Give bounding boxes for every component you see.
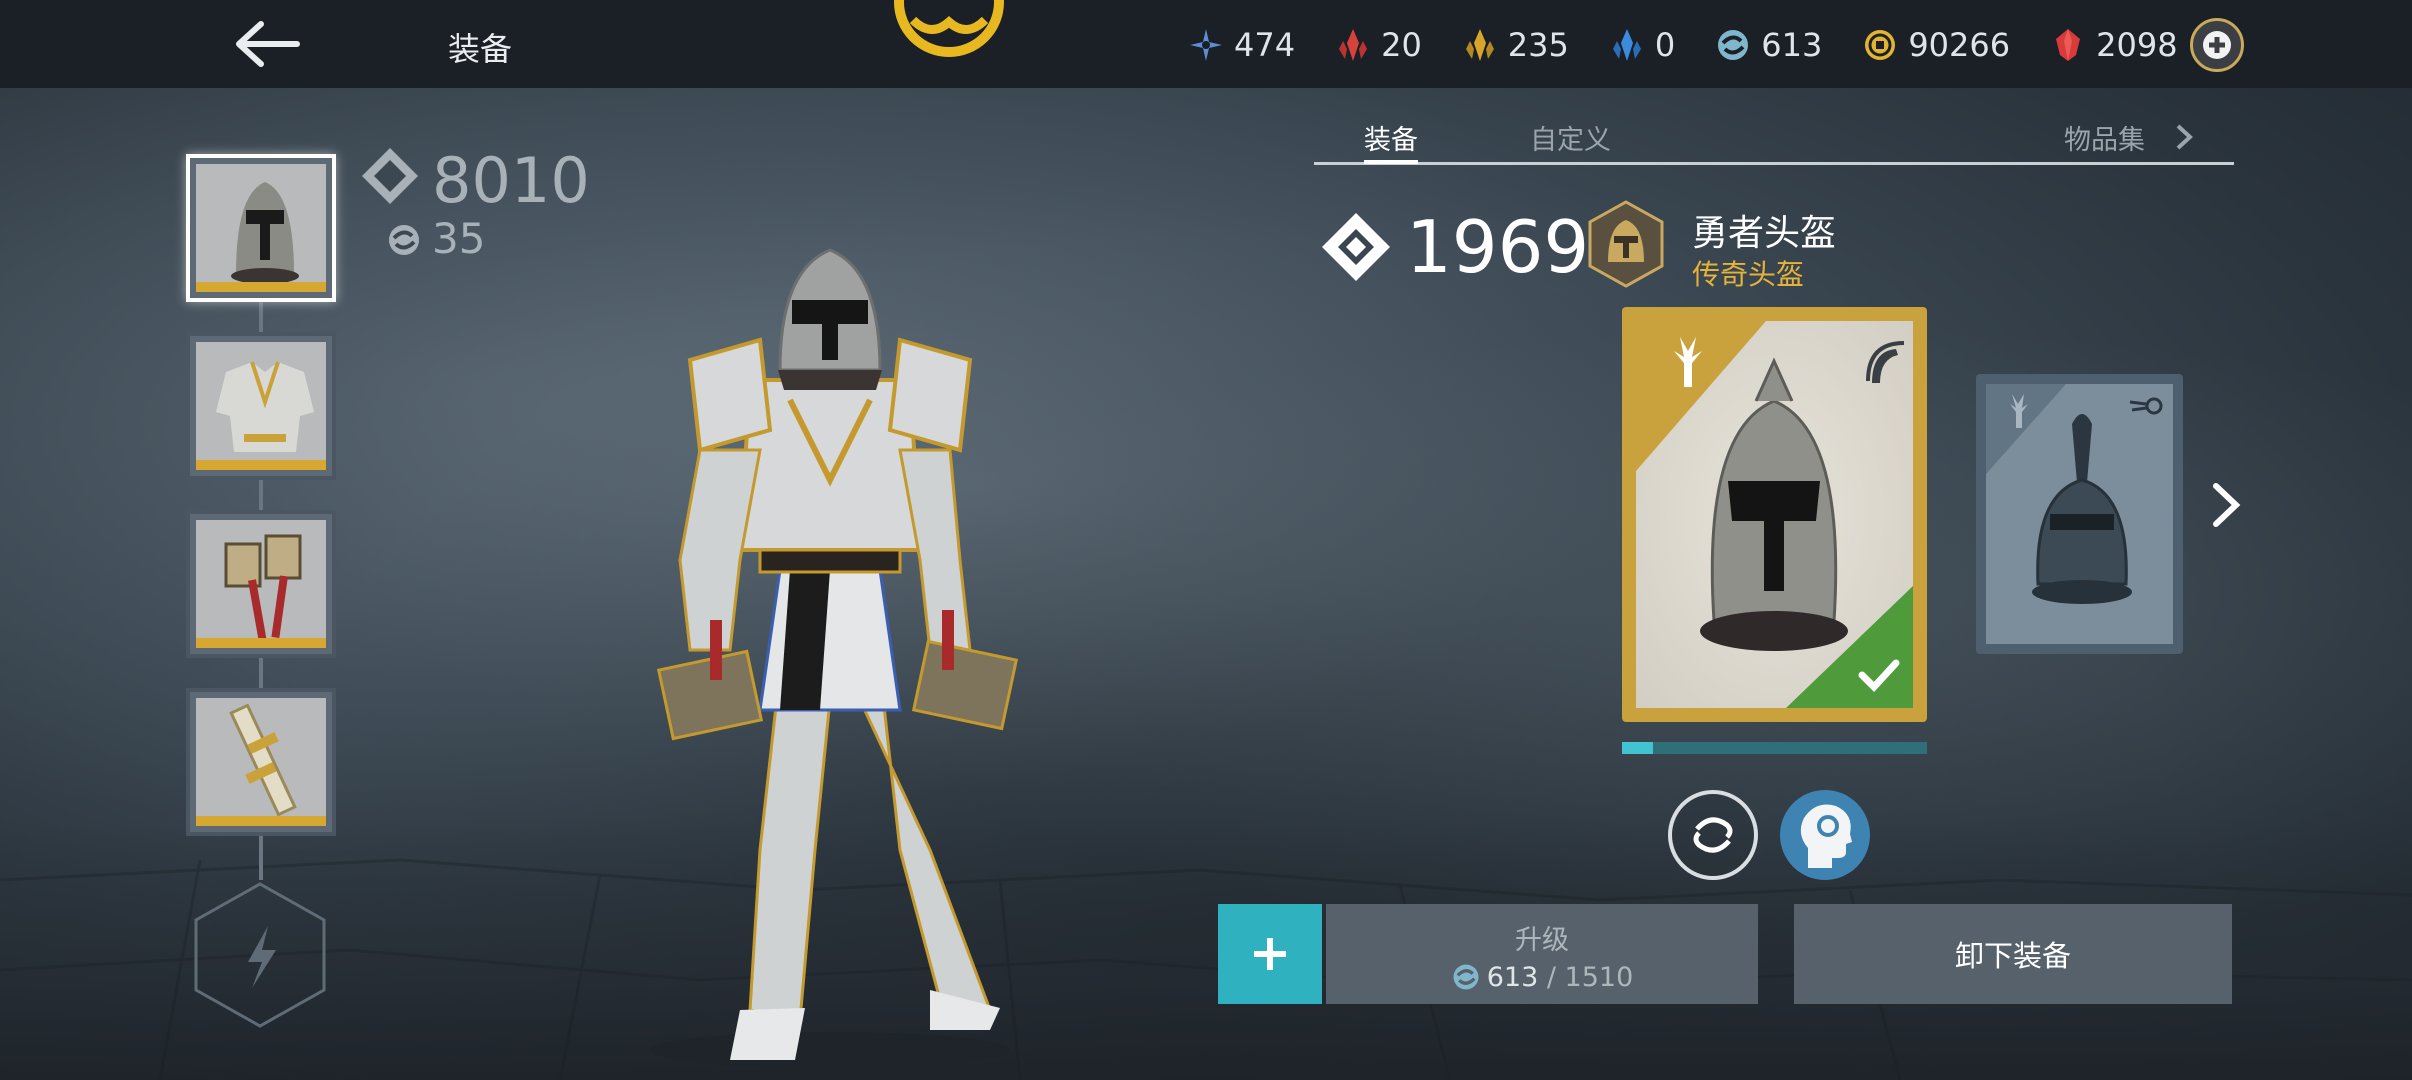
chevron-right-icon [2176,124,2193,150]
tab-customize[interactable]: 自定义 [1530,118,1611,157]
knight-character[interactable] [630,230,1030,1070]
plumed-helmet-icon [2032,414,2132,604]
comet-icon [2129,397,2163,415]
ruby-icon [2056,29,2081,61]
resource-gold-crystal: 235 [1462,26,1569,64]
locked-ability-slot[interactable] [190,880,330,1030]
gold-crystal-icon [1465,29,1494,61]
chest-armor-icon [216,361,314,452]
upgrade-required: 1510 [1564,962,1634,993]
slot-offhand[interactable] [186,688,336,836]
head-profile-icon [1800,804,1852,868]
helmet-icon [1700,357,1848,651]
character-swirl-value: 35 [432,214,486,263]
upgrade-button[interactable]: 升级 613 / 1510 [1326,904,1758,1004]
slot-helmet[interactable] [186,154,336,302]
arrow-left-icon [236,21,300,67]
tab-equip[interactable]: 装备 [1364,118,1418,157]
next-item-chevron-icon[interactable] [2206,480,2246,530]
power-diamond-icon [362,148,418,204]
blue-sparkle-icon [1190,29,1222,61]
slot-connector [259,478,263,510]
upgrade-separator: / [1538,962,1565,993]
slot-connector [259,300,263,332]
equipment-tabs: 装备 自定义 物品集 [1314,110,2234,166]
resource-bar: 474 20 235 0 613 90266 2098 [1188,22,2218,68]
slot-weapon[interactable] [186,510,336,658]
resource-value: 235 [1507,26,1569,64]
helmet-emblem-icon [1588,200,1664,288]
resource-sparkle: 474 [1188,26,1295,64]
resource-value: 613 [1761,26,1823,64]
plus-icon [1254,938,1286,970]
plus-icon [2203,31,2231,59]
swirl-icon [1718,30,1749,60]
handle-weapon-icon [229,703,297,816]
resource-value: 0 [1654,26,1676,64]
power-diamond-icon [1322,213,1390,281]
add-currency-button[interactable] [2190,18,2244,72]
resource-value: 90266 [1908,26,2011,64]
character-power-value: 8010 [432,144,590,217]
hammer-icon [224,534,302,638]
coin-icon [1865,30,1896,60]
active-tab-indicator [1364,160,1418,164]
swirl-icon [1453,964,1479,990]
item-progress-fill [1622,742,1653,754]
buy-materials-button[interactable] [1218,904,1322,1004]
tab-collection-label: 物品集 [2064,125,2145,156]
item-power: 1969 [1318,205,1589,289]
resource-swirl: 613 [1715,26,1822,64]
resource-value: 2098 [2096,26,2178,64]
tab-collection[interactable]: 物品集 [2064,118,2196,157]
helmet-icon [231,182,299,282]
lightning-icon [248,926,276,988]
page-title: 装备 [448,30,513,68]
resource-rubies: 2098 [2050,26,2178,64]
upgrade-cost: 613 / 1510 [1326,962,1758,993]
transmute-button[interactable] [1668,790,1758,880]
unequip-button[interactable]: 卸下装备 [1794,904,2232,1004]
resource-coins: 90266 [1862,26,2010,64]
slot-armor[interactable] [186,332,336,480]
back-button[interactable] [225,14,305,74]
item-rarity: 传奇头盔 [1692,258,1805,291]
slot-connector [259,834,263,880]
swirl-icon [1693,817,1733,853]
tabs-divider [1314,162,2234,165]
upgrade-current: 613 [1486,962,1539,993]
slot-connector [259,656,263,688]
game-logo-icon [894,0,1004,57]
blue-crystal-icon [1612,29,1641,61]
upgrade-label: 升级 [1515,925,1569,956]
resource-blue-crystal: 0 [1609,26,1675,64]
swirl-icon [389,225,419,255]
item-power-value: 1969 [1406,205,1590,289]
top-bar: 装备 474 20 235 0 613 90266 2098 [0,0,2412,88]
resource-value: 20 [1381,26,1422,64]
red-crystal-icon [1339,29,1368,61]
item-name: 勇者头盔 [1692,213,1837,254]
alternate-item-card[interactable] [1976,374,2183,654]
resource-value: 474 [1234,26,1296,64]
selected-item-card[interactable] [1622,307,1927,722]
hero-portrait-button[interactable] [1780,790,1870,880]
item-progress-bar [1622,742,1927,754]
resource-red-crystal: 20 [1335,26,1422,64]
